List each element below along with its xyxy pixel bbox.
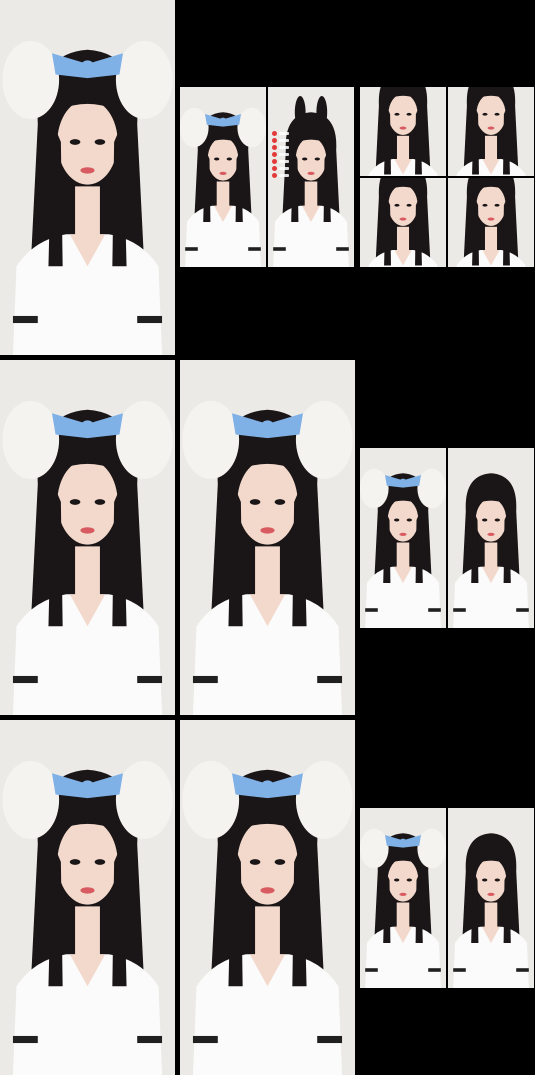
stream-overlay-list — [272, 131, 289, 178]
video-frame-9a — [360, 808, 446, 988]
video-frame-7 — [0, 720, 175, 1075]
portrait-image — [180, 720, 355, 1075]
portrait-image — [448, 178, 534, 267]
video-frame-8 — [180, 720, 355, 1075]
video-frame-3a — [360, 87, 446, 176]
overlay-item — [272, 152, 289, 157]
video-frame-9b — [448, 808, 534, 988]
video-frame-2a — [180, 87, 266, 267]
video-frame-3d — [448, 178, 534, 267]
portrait-image — [0, 0, 175, 355]
overlay-item — [272, 131, 289, 136]
portrait-image — [0, 720, 175, 1075]
overlay-item — [272, 138, 289, 143]
portrait-image — [360, 178, 446, 267]
video-frame-3b — [448, 87, 534, 176]
video-frame-3c — [360, 178, 446, 267]
portrait-image — [180, 87, 266, 267]
overlay-item — [272, 159, 289, 164]
video-frame-6a — [360, 448, 446, 628]
portrait-image — [448, 87, 534, 176]
portrait-image — [180, 360, 355, 715]
video-frame-6b — [448, 448, 534, 628]
overlay-item — [272, 145, 289, 150]
video-frame-1 — [0, 0, 175, 355]
portrait-image — [448, 448, 534, 628]
video-frame-5 — [180, 360, 355, 715]
portrait-image — [360, 448, 446, 628]
overlay-item — [272, 173, 289, 178]
portrait-image — [0, 360, 175, 715]
video-frame-2b — [268, 87, 354, 267]
portrait-image — [360, 87, 446, 176]
video-frame-4 — [0, 360, 175, 715]
overlay-item — [272, 166, 289, 171]
portrait-image — [360, 808, 446, 988]
portrait-image — [448, 808, 534, 988]
